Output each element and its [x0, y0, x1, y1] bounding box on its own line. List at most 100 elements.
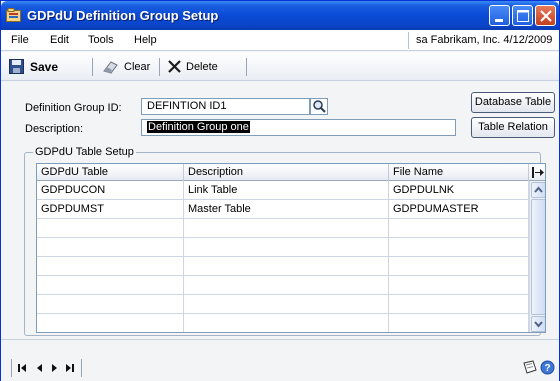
expand-arrow-icon — [532, 167, 544, 178]
delete-label: Delete — [186, 60, 218, 73]
menu-edit[interactable]: Edit — [50, 34, 69, 46]
last-record-icon — [66, 364, 74, 372]
note-icon — [523, 360, 537, 374]
cell-file-name[interactable]: GDPDULNK — [389, 181, 529, 200]
cell-description[interactable] — [184, 238, 389, 257]
clear-button[interactable]: Clear — [102, 58, 150, 75]
table-row[interactable] — [37, 257, 529, 276]
group-id-field[interactable]: DEFINTION ID1 — [141, 98, 310, 115]
group-id-value: DEFINTION ID1 — [147, 100, 227, 112]
nav-divider — [11, 359, 12, 377]
column-header-file-name[interactable]: File Name — [389, 164, 529, 181]
table-row[interactable] — [37, 295, 529, 314]
menu-bar: File Edit Tools Help sa Fabrikam, Inc. 4… — [1, 30, 559, 51]
nav-previous-button[interactable] — [34, 363, 47, 373]
nav-last-button[interactable] — [63, 363, 76, 373]
toolbar-divider — [246, 58, 247, 76]
grid-scrollbar[interactable] — [529, 181, 545, 332]
table-row[interactable] — [37, 314, 529, 332]
cell-gdpdu-table[interactable] — [37, 219, 184, 238]
nav-next-button[interactable] — [48, 363, 61, 373]
group-id-label: Definition Group ID: — [25, 102, 122, 114]
cell-description[interactable] — [184, 219, 389, 238]
cell-description[interactable] — [184, 257, 389, 276]
expand-rows-button[interactable] — [529, 164, 545, 181]
cell-gdpdu-table[interactable] — [37, 314, 184, 332]
cell-file-name[interactable] — [389, 257, 529, 276]
toolbar-divider — [159, 58, 160, 76]
cell-description[interactable] — [184, 276, 389, 295]
status-bar: ? — [1, 339, 559, 381]
eraser-icon — [103, 61, 118, 74]
table-setup-grid[interactable]: GDPdU Table Description File Name GDPDUC… — [36, 163, 546, 333]
note-button[interactable] — [522, 360, 538, 374]
column-header-description[interactable]: Description — [184, 164, 389, 181]
cell-description[interactable] — [184, 295, 389, 314]
help-icon: ? — [540, 360, 555, 375]
scroll-thumb[interactable] — [531, 199, 545, 315]
cell-gdpdu-table[interactable]: GDPDUMST — [37, 200, 184, 219]
grid-header: GDPdU Table Description File Name — [37, 164, 545, 181]
cell-file-name[interactable] — [389, 238, 529, 257]
cell-gdpdu-table[interactable] — [37, 238, 184, 257]
svg-text:?: ? — [544, 363, 550, 374]
chevron-up-icon — [534, 186, 543, 193]
database-table-label: Database Table — [474, 96, 552, 108]
toolbar: Save Clear Delete — [1, 52, 559, 81]
cell-file-name[interactable]: GDPDUMASTER — [389, 200, 529, 219]
help-button[interactable]: ? — [540, 360, 555, 375]
title-bar[interactable]: GDPdU Definition Group Setup — [1, 1, 559, 30]
delete-x-icon — [168, 60, 181, 73]
close-button[interactable] — [535, 5, 556, 26]
cell-file-name[interactable] — [389, 276, 529, 295]
group-id-lookup-button[interactable] — [310, 98, 328, 115]
scroll-up-button[interactable] — [531, 182, 545, 198]
table-row[interactable]: GDPDUMST Master Table GDPDUMASTER — [37, 200, 529, 219]
cell-gdpdu-table[interactable]: GDPDUCON — [37, 181, 184, 200]
minimize-button[interactable] — [489, 5, 510, 26]
cell-file-name[interactable] — [389, 314, 529, 332]
cell-description[interactable]: Link Table — [184, 181, 389, 200]
menu-file[interactable]: File — [11, 34, 29, 46]
window-title: GDPdU Definition Group Setup — [27, 8, 219, 23]
cell-description[interactable] — [184, 314, 389, 332]
previous-record-icon — [37, 364, 42, 372]
window-app-icon — [6, 8, 22, 23]
toolbar-divider — [92, 58, 93, 76]
company-info: sa Fabrikam, Inc. 4/12/2009 — [416, 34, 553, 46]
menu-divider — [408, 32, 409, 49]
cell-gdpdu-table[interactable] — [37, 295, 184, 314]
lookup-icon — [310, 98, 328, 115]
table-row[interactable] — [37, 238, 529, 257]
chevron-down-icon — [534, 321, 543, 328]
scroll-down-button[interactable] — [531, 316, 545, 332]
table-setup-title: GDPdU Table Setup — [33, 146, 136, 158]
save-label: Save — [30, 59, 59, 74]
cell-file-name[interactable] — [389, 219, 529, 238]
menu-tools[interactable]: Tools — [88, 34, 114, 46]
table-relation-label: Table Relation — [478, 121, 548, 133]
description-value: Definition Group one — [147, 121, 250, 133]
first-record-icon — [18, 364, 26, 372]
database-table-button[interactable]: Database Table — [471, 92, 555, 113]
cell-file-name[interactable] — [389, 295, 529, 314]
delete-button[interactable]: Delete — [168, 58, 218, 75]
window: GDPdU Definition Group Setup File Edit T… — [0, 0, 560, 381]
table-row[interactable] — [37, 219, 529, 238]
table-relation-button[interactable]: Table Relation — [471, 117, 555, 138]
table-row[interactable] — [37, 276, 529, 295]
table-row[interactable]: GDPDUCON Link Table GDPDULNK — [37, 181, 529, 200]
maximize-button[interactable] — [512, 5, 533, 26]
clear-label: Clear — [124, 60, 151, 73]
nav-divider — [81, 359, 82, 377]
cell-description[interactable]: Master Table — [184, 200, 389, 219]
save-icon — [9, 59, 24, 74]
save-button[interactable]: Save — [9, 58, 58, 75]
description-field[interactable]: Definition Group one — [141, 119, 456, 136]
cell-gdpdu-table[interactable] — [37, 257, 184, 276]
menu-help[interactable]: Help — [134, 34, 157, 46]
column-header-gdpdu-table[interactable]: GDPdU Table — [37, 164, 184, 181]
nav-first-button[interactable] — [17, 363, 30, 373]
cell-gdpdu-table[interactable] — [37, 276, 184, 295]
next-record-icon — [52, 364, 57, 372]
